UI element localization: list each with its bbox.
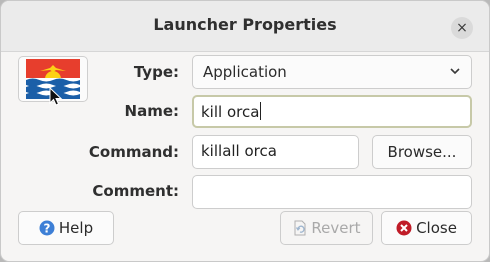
help-button-label: Help [58,219,94,237]
revert-button-label: Revert [311,219,361,237]
close-circle-icon [396,220,412,236]
comment-label: Comment: [92,182,179,200]
browse-button[interactable]: Browse... [372,135,472,169]
command-field-value: killall orca [201,142,277,160]
launcher-properties-dialog: Launcher Properties × Type: Application … [0,0,490,262]
type-label: Type: [133,63,179,81]
command-label: Command: [88,143,179,161]
name-label: Name: [124,102,179,120]
type-dropdown[interactable]: Application [192,55,472,89]
type-dropdown-value: Application [203,63,287,81]
name-field[interactable]: kill orca [192,95,472,128]
chevron-down-icon [450,68,460,75]
help-icon: ? [39,220,55,236]
help-button[interactable]: ? Help [18,211,114,245]
dialog-title: Launcher Properties [153,15,337,34]
browse-button-label: Browse... [387,143,457,161]
command-field[interactable]: killall orca [192,135,359,169]
close-button[interactable]: Close [381,211,472,245]
title-bar: Launcher Properties × [1,1,489,52]
svg-text:?: ? [43,222,50,236]
revert-icon [294,220,306,236]
close-icon[interactable]: × [451,17,473,39]
name-field-value: kill orca [201,103,260,121]
revert-button[interactable]: Revert [280,211,373,245]
text-caret [260,102,262,120]
comment-field[interactable] [192,175,472,209]
close-button-label: Close [416,219,457,237]
